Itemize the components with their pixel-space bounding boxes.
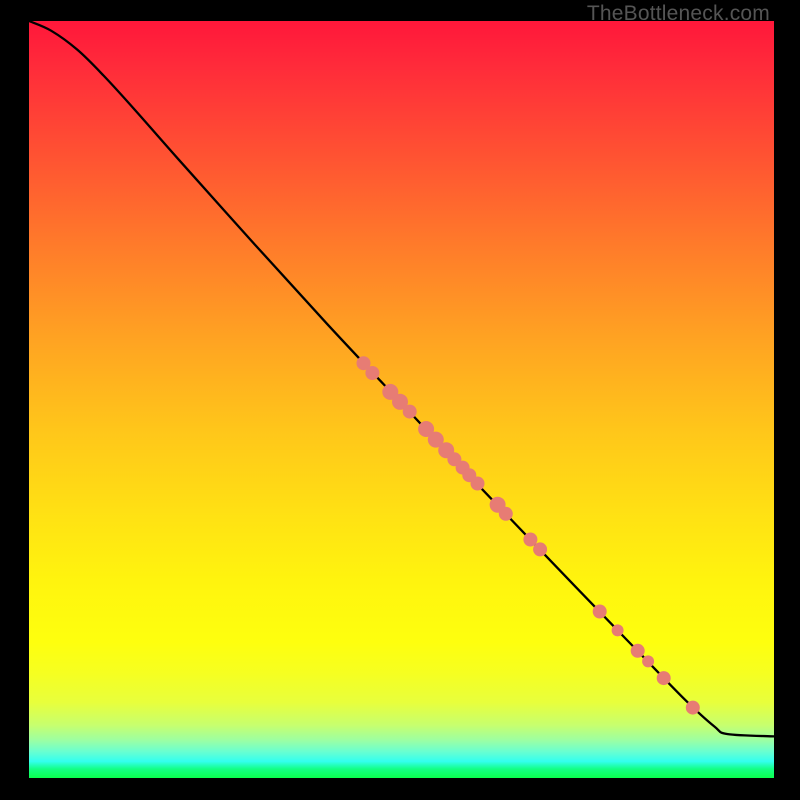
watermark-text: TheBottleneck.com — [587, 2, 770, 26]
data-point — [686, 701, 700, 715]
data-point — [533, 542, 547, 556]
data-points-group — [357, 356, 700, 714]
data-point — [403, 405, 417, 419]
data-point — [657, 671, 671, 685]
chart-stage: TheBottleneck.com — [0, 0, 800, 800]
data-point — [642, 655, 654, 667]
data-point — [593, 605, 607, 619]
main-curve — [29, 21, 774, 736]
data-point — [612, 624, 624, 636]
data-point — [631, 644, 645, 658]
data-point — [471, 477, 485, 491]
data-point — [365, 366, 379, 380]
chart-svg — [29, 21, 774, 778]
data-point — [499, 507, 513, 521]
plot-area — [29, 21, 774, 778]
